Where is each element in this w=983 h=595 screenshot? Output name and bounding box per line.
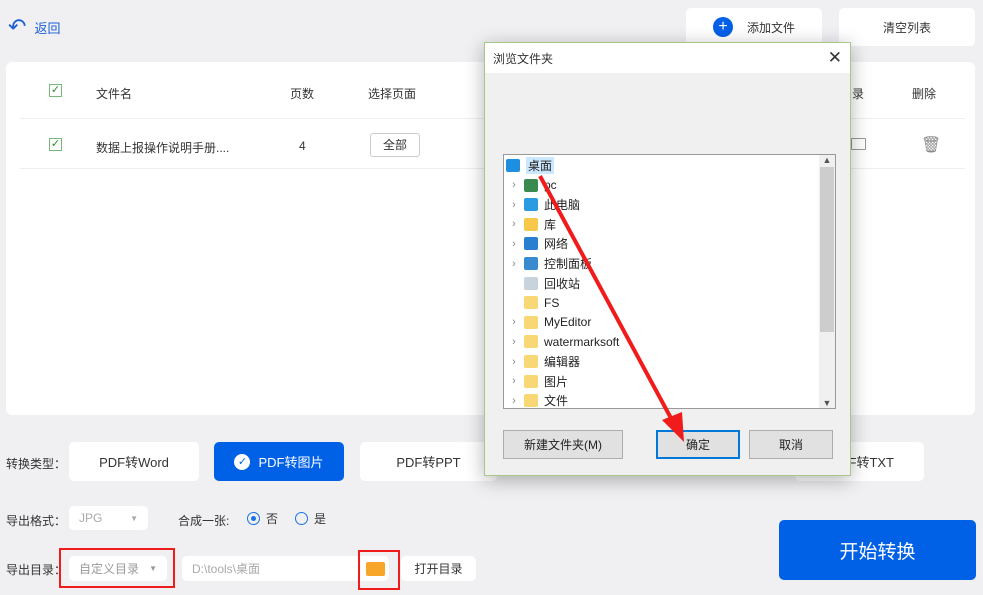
annotation-arrow (538, 175, 684, 442)
